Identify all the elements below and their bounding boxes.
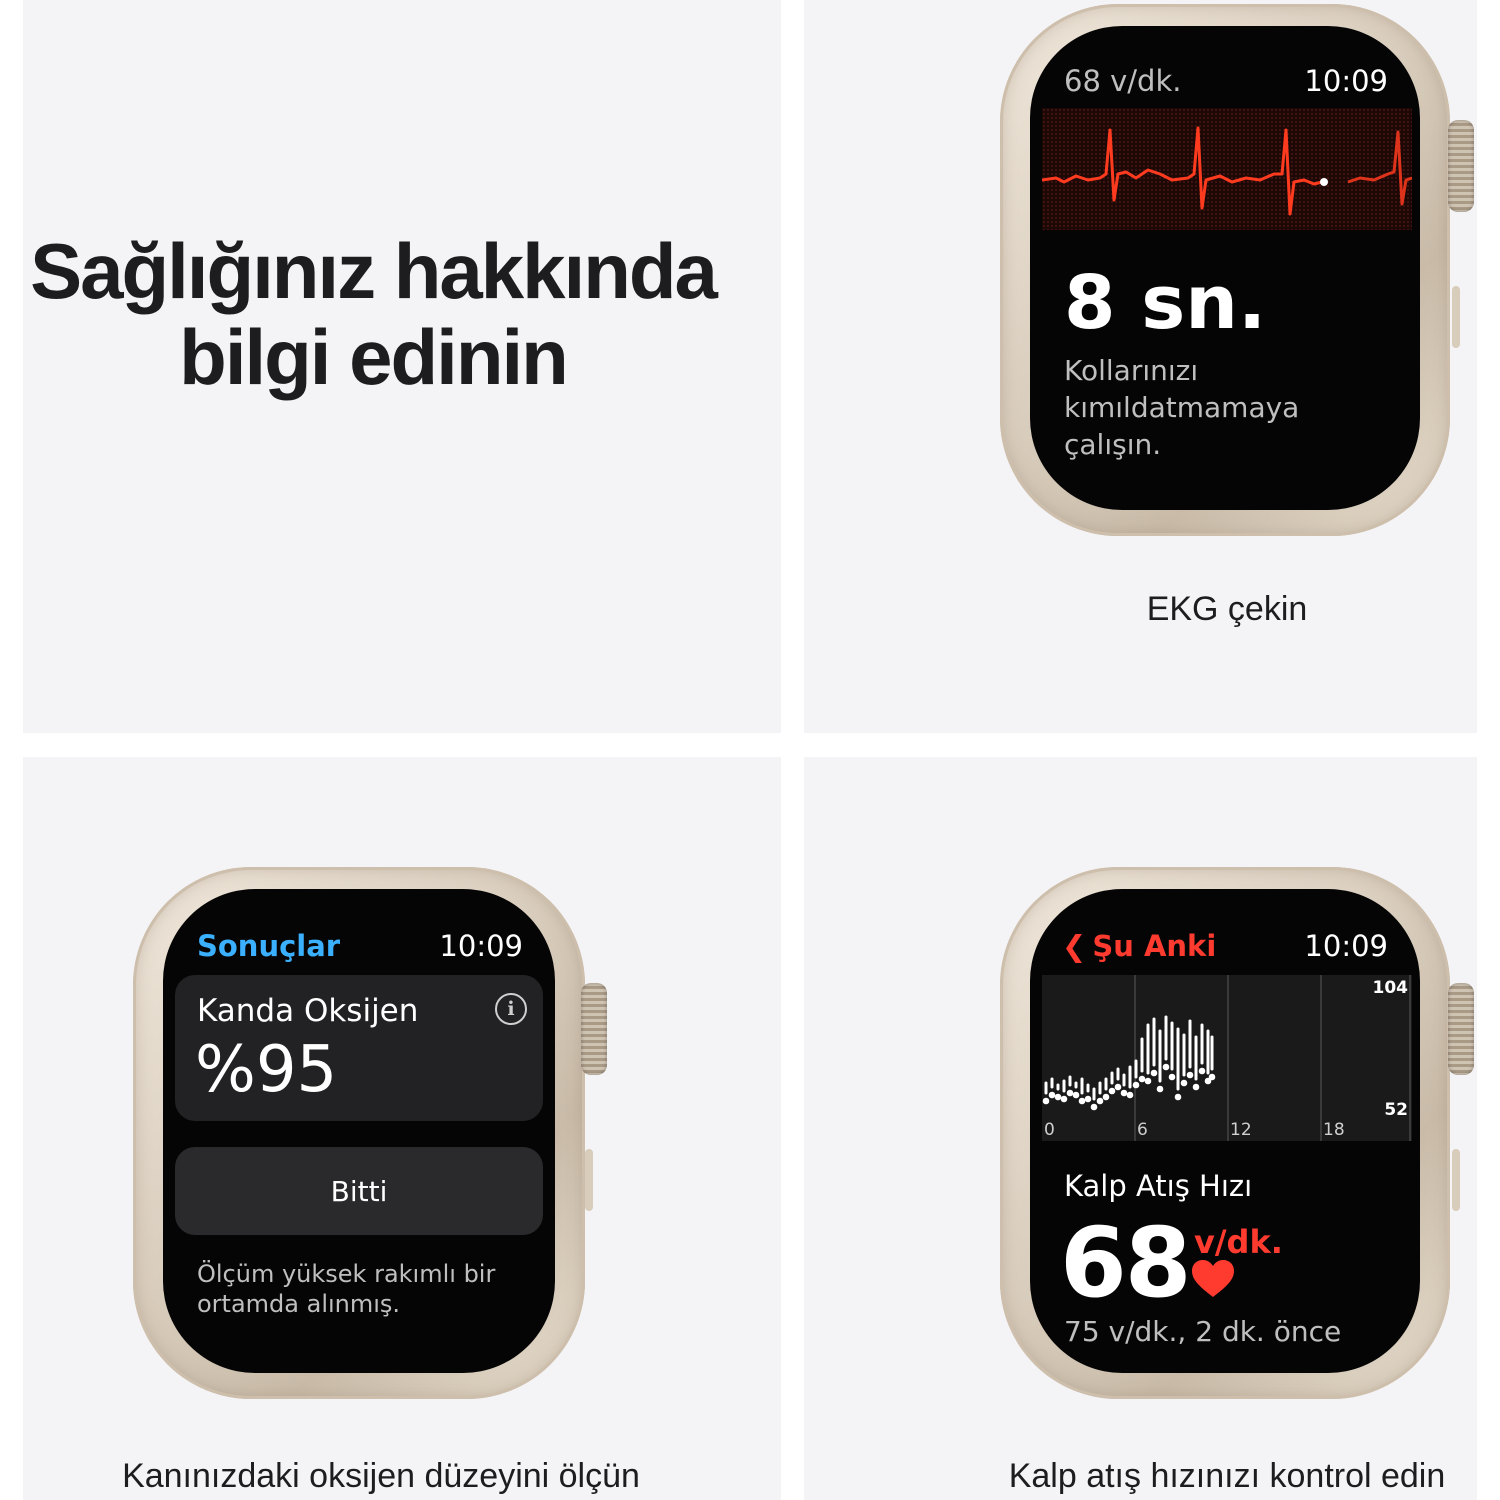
- hr-range-dot: [1162, 1063, 1170, 1071]
- ekg-waveform: [1042, 108, 1412, 230]
- hr-range-dot: [1198, 1067, 1206, 1075]
- x-tick-18: 18: [1323, 1120, 1345, 1140]
- hr-range-dot: [1144, 1077, 1152, 1085]
- hr-range-dot: [1060, 1095, 1068, 1103]
- ekg-instruction: Kollarınızı kımıldatmamaya çalışın.: [1064, 352, 1299, 463]
- side-button: [585, 1149, 593, 1211]
- hr-range-dot: [1138, 1075, 1146, 1083]
- ekg-panel: 68 v/dk. 10:09 8 sn. Kollarınızı kımılda…: [804, 0, 1477, 733]
- hr-range-dot: [1120, 1089, 1128, 1097]
- y-max-label: 104: [1373, 978, 1409, 998]
- side-button: [1452, 286, 1460, 348]
- hr-range-dot: [1042, 1097, 1050, 1105]
- heart-unit: v/dk.: [1194, 1223, 1283, 1261]
- hr-range-dot: [1150, 1069, 1158, 1077]
- hr-range-dot: [1054, 1093, 1062, 1101]
- hr-range-dot: [1174, 1093, 1182, 1101]
- ekg-time: 10:09: [1304, 64, 1388, 98]
- heart-panel: ❮ Şu Anki 10:09 0 6 12 18 104 52 Kalp Atı…: [804, 757, 1477, 1500]
- digital-crown: [1448, 983, 1474, 1075]
- ekg-instruction-line-1: Kollarınızı: [1064, 354, 1199, 387]
- oxygen-note-line-2: ortamda alınmış.: [197, 1290, 401, 1318]
- current-back-label: Şu Anki: [1092, 929, 1217, 963]
- oxygen-value: %95: [195, 1033, 338, 1107]
- hr-range-dot: [1192, 1083, 1200, 1091]
- digital-crown: [1448, 120, 1474, 212]
- hr-range-dot: [1156, 1085, 1164, 1093]
- x-tick-0: 0: [1044, 1120, 1055, 1140]
- chevron-left-icon: ❮: [1062, 929, 1087, 963]
- hr-range-dot: [1048, 1091, 1056, 1099]
- hr-range-dot: [1180, 1079, 1188, 1087]
- hr-range-dot: [1208, 1073, 1216, 1081]
- heart-icon: [1192, 1260, 1234, 1297]
- hr-range-dot: [1066, 1089, 1074, 1097]
- hr-range-dot: [1084, 1095, 1092, 1103]
- hr-range-dot: [1072, 1091, 1080, 1099]
- oxygen-panel: Sonuçlar 10:09 Kanda Oksijen %95 i Bitti…: [23, 757, 781, 1500]
- hr-range-dot: [1078, 1097, 1086, 1105]
- oxygen-caption: Kanınızdaki oksijen düzeyini ölçün: [122, 1457, 640, 1495]
- headline-line-2: bilgi edinin: [179, 313, 569, 401]
- done-button[interactable]: Bitti: [175, 1147, 543, 1235]
- oxygen-note: Ölçüm yüksek rakımlı bir ortamda alınmış…: [197, 1259, 495, 1319]
- digital-crown: [581, 983, 607, 1075]
- oxygen-time: 10:09: [439, 929, 523, 963]
- ekg-screen: 68 v/dk. 10:09 8 sn. Kollarınızı kımılda…: [1030, 26, 1420, 510]
- results-back-link[interactable]: Sonuçlar: [197, 929, 340, 963]
- ekg-instruction-line-2: kımıldatmamaya: [1064, 391, 1300, 424]
- heart-title: Kalp Atış Hızı: [1064, 1169, 1253, 1203]
- hr-range-dot: [1132, 1081, 1140, 1089]
- headline-line-1: Sağlığınız hakkında: [30, 227, 718, 315]
- oxygen-card: Kanda Oksijen %95 i: [175, 975, 543, 1121]
- hr-range-dot: [1126, 1091, 1134, 1099]
- ekg-instruction-line-3: çalışın.: [1064, 428, 1162, 461]
- page-title: Sağlığınız hakkında bilgi edinin: [23, 228, 723, 400]
- ekg-caption: EKG çekin: [1146, 590, 1308, 628]
- heart-rate-chart: 0 6 12 18 104 52: [1042, 975, 1412, 1141]
- info-icon[interactable]: i: [495, 993, 527, 1025]
- heart-value: 68: [1060, 1207, 1192, 1319]
- heart-caption: Kalp atış hızınızı kontrol edin: [1008, 1457, 1446, 1495]
- hr-range-dot: [1114, 1083, 1122, 1091]
- heart-sub: 75 v/dk., 2 dk. önce: [1064, 1315, 1342, 1348]
- hr-range-dot: [1102, 1093, 1110, 1101]
- ekg-count: 8 sn.: [1064, 260, 1267, 346]
- y-min-label: 52: [1384, 1100, 1408, 1120]
- headline-panel: Sağlığınız hakkında bilgi edinin: [23, 0, 781, 733]
- hr-range-dot: [1096, 1097, 1104, 1105]
- done-button-label: Bitti: [330, 1175, 388, 1208]
- heart-screen: ❮ Şu Anki 10:09 0 6 12 18 104 52 Kalp Atı…: [1030, 889, 1420, 1373]
- heart-time: 10:09: [1304, 929, 1388, 963]
- hr-range-dot: [1090, 1103, 1098, 1111]
- x-tick-6: 6: [1137, 1120, 1148, 1140]
- hr-range-dot: [1168, 1073, 1176, 1081]
- current-back-link[interactable]: ❮ Şu Anki: [1062, 929, 1216, 963]
- ekg-rate: 68 v/dk.: [1064, 64, 1182, 98]
- oxygen-screen: Sonuçlar 10:09 Kanda Oksijen %95 i Bitti…: [163, 889, 555, 1373]
- hr-range-dot: [1204, 1077, 1212, 1085]
- oxygen-note-line-1: Ölçüm yüksek rakımlı bir: [197, 1260, 496, 1288]
- side-button: [1452, 1149, 1460, 1211]
- hr-range-dot: [1186, 1071, 1194, 1079]
- hr-range-dot: [1108, 1087, 1116, 1095]
- x-tick-12: 12: [1230, 1120, 1252, 1140]
- oxygen-title: Kanda Oksijen: [197, 993, 419, 1029]
